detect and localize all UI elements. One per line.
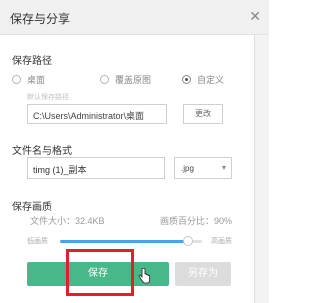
quality-label: 保存画质 — [12, 202, 52, 213]
file-name-label: 文件名与格式 — [12, 146, 72, 157]
save-path-label: 保存路径 — [12, 56, 52, 67]
quality-slider[interactable] — [60, 236, 202, 246]
quality-slider-row: 低画质 高画质 — [27, 236, 237, 248]
low-quality-label: 低画质 — [27, 238, 48, 245]
change-path-button[interactable]: 更改 — [183, 104, 223, 124]
save-path-field[interactable]: C:\Users\Administrator\桌面 — [27, 104, 167, 124]
quality-percent-text: 画质百分比：90% — [160, 216, 233, 226]
radio-desktop[interactable]: 桌面 — [12, 72, 45, 86]
save-as-button[interactable]: 另存为 — [175, 262, 231, 286]
file-name-input[interactable]: timg (1)_副本 — [27, 157, 165, 179]
quality-slider-fill — [60, 240, 188, 243]
highlight-box — [66, 249, 134, 296]
radio-custom[interactable]: 自定义 — [182, 72, 224, 86]
hand-cursor-icon — [138, 268, 150, 284]
radio-custom-label: 自定义 — [197, 74, 225, 85]
default-path-hint: 默认保存路径 — [27, 94, 69, 101]
radio-dot — [100, 74, 109, 84]
radio-dot — [182, 74, 191, 84]
radio-dot — [12, 74, 21, 84]
format-value: .jpg — [181, 164, 194, 173]
format-select[interactable]: .jpg ▾ — [174, 157, 232, 179]
chevron-down-icon: ▾ — [221, 163, 226, 172]
dialog-header: 保存与分享 ✕ — [0, 0, 269, 35]
radio-overwrite[interactable]: 覆盖原图 — [100, 72, 151, 86]
close-icon[interactable]: ✕ — [249, 8, 261, 25]
high-quality-label: 高画质 — [211, 238, 232, 245]
dialog-title: 保存与分享 — [10, 12, 71, 26]
quality-slider-thumb[interactable] — [182, 236, 193, 246]
scrollbar[interactable] — [255, 35, 269, 303]
radio-overwrite-label: 覆盖原图 — [115, 74, 152, 85]
save-path-options: 桌面 覆盖原图 自定义 — [12, 72, 252, 88]
radio-desktop-label: 桌面 — [27, 74, 46, 85]
file-size-text: 文件大小：32.4KB — [30, 216, 105, 226]
